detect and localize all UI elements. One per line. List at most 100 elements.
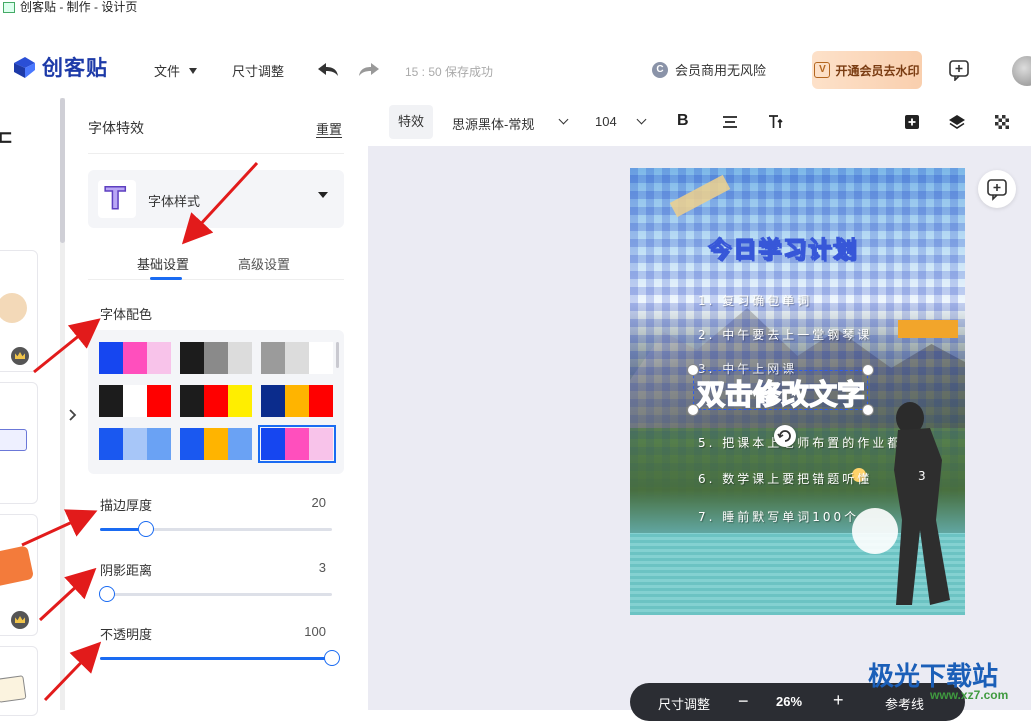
caret-down-icon — [188, 68, 197, 74]
commercial-notice[interactable]: C 会员商用无风险 — [652, 60, 766, 79]
swatch-color-segment — [147, 385, 171, 417]
color-swatch[interactable] — [258, 425, 336, 463]
poster-line[interactable]: 6. 数学课上要把错题听懂 — [698, 470, 872, 487]
swatch-color-segment — [180, 385, 204, 417]
layers-icon[interactable] — [947, 112, 967, 132]
swatch-color-segment — [147, 428, 171, 460]
slider-track[interactable] — [100, 650, 340, 666]
effects-button[interactable]: 特效 — [389, 105, 433, 139]
vip-icon: V — [814, 62, 831, 78]
canvas-area[interactable]: 今日学习计划 1. 复习确包单词 2. 中午要去上一堂钢琴课 3. 中午上网课 … — [368, 146, 1031, 721]
selected-text-box[interactable]: 双击修改文字 — [693, 370, 868, 413]
zoom-resize-button[interactable]: 尺寸调整 — [658, 694, 710, 713]
tab-basic-settings[interactable]: 基础设置 — [137, 254, 189, 273]
align-center-icon[interactable] — [720, 112, 740, 132]
slider-knob[interactable] — [138, 521, 155, 537]
poster-line[interactable]: 2. 中午要去上一堂钢琴课 — [698, 326, 872, 343]
slider-label: 不透明度 — [100, 627, 153, 642]
swatch-color-segment — [261, 428, 285, 460]
zoom-in-button[interactable]: + — [833, 690, 844, 711]
color-swatch[interactable] — [261, 342, 333, 374]
resize-menu[interactable]: 尺寸调整 — [232, 61, 284, 80]
chevron-down-icon[interactable] — [558, 114, 569, 125]
color-swatch[interactable] — [99, 342, 171, 374]
resize-handle[interactable] — [687, 404, 699, 416]
color-swatch-grid — [88, 330, 344, 474]
resize-handle[interactable] — [862, 364, 874, 376]
swatch-color-segment — [123, 428, 147, 460]
text-spacing-icon[interactable] — [765, 112, 785, 132]
font-style-dropdown[interactable]: T 字体样式 — [88, 170, 344, 228]
undo-icon[interactable] — [316, 60, 340, 80]
template-card[interactable] — [0, 646, 38, 716]
chevron-down-icon[interactable] — [636, 114, 647, 125]
template-card[interactable] — [0, 250, 38, 372]
logo[interactable]: 创客贴 — [10, 52, 108, 82]
rotate-icon[interactable] — [774, 425, 796, 447]
font-size-select[interactable]: 104 — [595, 114, 617, 129]
save-status: 15 : 50 保存成功 — [405, 65, 494, 79]
panel-title: 字体特效 — [88, 120, 144, 136]
slider-label: 阴影距离 — [100, 563, 153, 578]
caret-down-icon — [318, 192, 328, 198]
panel-edge-glyph: ㄷ — [0, 128, 15, 150]
color-swatch[interactable] — [180, 385, 252, 417]
slider-value: 100 — [304, 624, 326, 639]
slider-track[interactable] — [98, 586, 332, 602]
poster-line[interactable]: 1. 复习确包单词 — [698, 292, 812, 309]
color-swatch[interactable] — [180, 342, 252, 374]
file-menu[interactable]: 文件 — [154, 61, 197, 80]
swatch-scrollbar[interactable] — [336, 342, 339, 368]
pointing-hand-sticker — [898, 320, 958, 338]
color-swatch[interactable] — [99, 428, 171, 460]
slider-knob[interactable] — [324, 650, 340, 666]
swatch-color-segment — [309, 342, 333, 374]
site-watermark-url: www.xz7.com — [930, 688, 1009, 702]
swatch-color-segment — [180, 428, 204, 460]
slider-fill — [100, 657, 332, 660]
commercial-text: 会员商用无风险 — [675, 63, 767, 78]
guides-button[interactable]: 参考线 — [885, 694, 924, 713]
resize-handle[interactable] — [862, 404, 874, 416]
color-swatch[interactable] — [261, 385, 333, 417]
swatch-color-segment — [204, 342, 228, 374]
template-strip: ㄷ — [0, 98, 65, 716]
bold-button[interactable]: B — [677, 112, 689, 130]
swatch-color-segment — [228, 428, 252, 460]
poster-line[interactable]: 7. 睡前默写单词100个 — [698, 508, 859, 525]
swatch-color-segment — [228, 385, 252, 417]
collapse-panel-button[interactable] — [66, 404, 80, 426]
font-family-select[interactable]: 思源黑体-常规 — [452, 114, 534, 133]
swatch-color-segment — [285, 342, 309, 374]
transparency-icon[interactable] — [992, 112, 1012, 132]
zoom-level[interactable]: 26% — [776, 694, 802, 709]
user-avatar[interactable] — [1012, 56, 1031, 86]
vip-remove-watermark-button[interactable]: V 开通会员去水印 — [812, 51, 922, 89]
redo-icon[interactable] — [357, 60, 381, 80]
selected-text-content[interactable]: 双击修改文字 — [696, 373, 866, 413]
add-element-icon[interactable] — [902, 112, 922, 132]
tab-advanced-settings[interactable]: 高级设置 — [238, 254, 290, 273]
template-card[interactable] — [0, 514, 38, 636]
zoom-out-button[interactable]: − — [738, 691, 749, 712]
slider-value: 3 — [318, 560, 326, 575]
swatch-color-segment — [285, 385, 309, 417]
window-titlebar: 创客贴 - 制作 - 设计页 — [0, 0, 1031, 16]
resize-handle[interactable] — [687, 364, 699, 376]
template-scroll-thumb[interactable] — [60, 98, 65, 243]
template-card[interactable] — [0, 382, 38, 504]
add-comment-icon[interactable] — [978, 170, 1016, 208]
poster-title[interactable]: 今日学习计划 — [708, 230, 918, 266]
window-title: 创客贴 - 制作 - 设计页 — [20, 0, 138, 14]
feedback-icon[interactable] — [948, 59, 970, 82]
swatch-color-segment — [309, 385, 333, 417]
swatch-color-segment — [261, 385, 285, 417]
color-swatch[interactable] — [180, 428, 252, 460]
swatch-color-segment — [309, 428, 333, 460]
slider-track[interactable] — [100, 521, 332, 537]
reset-button[interactable]: 重置 — [316, 119, 342, 138]
design-poster[interactable]: 今日学习计划 1. 复习确包单词 2. 中午要去上一堂钢琴课 3. 中午上网课 … — [630, 168, 965, 615]
slider-knob[interactable] — [98, 586, 115, 602]
font-color-label: 字体配色 — [100, 307, 153, 322]
color-swatch[interactable] — [99, 385, 171, 417]
